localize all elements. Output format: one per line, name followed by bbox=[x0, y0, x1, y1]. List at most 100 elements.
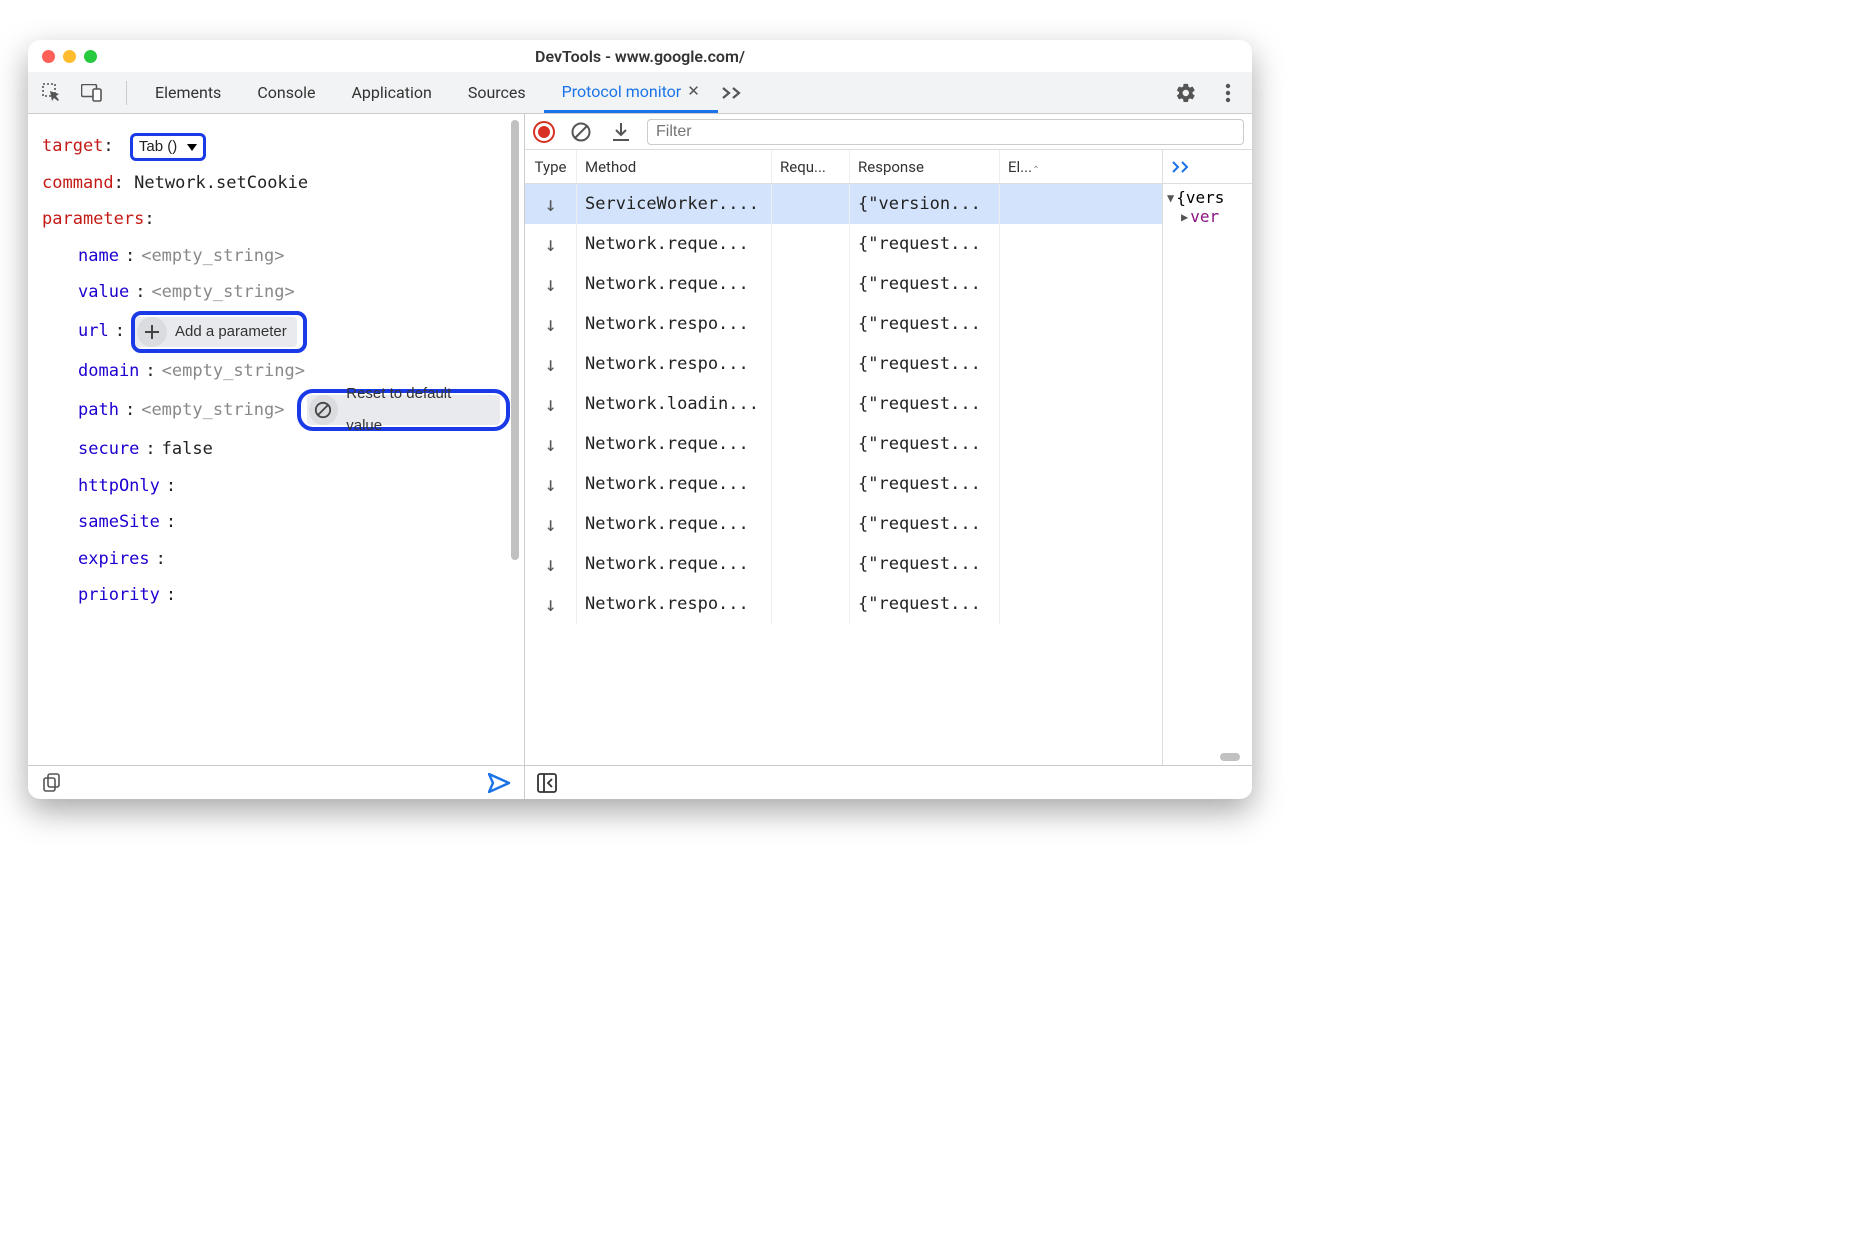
col-type[interactable]: Type bbox=[525, 150, 577, 183]
table-row[interactable]: ↓Network.reque...{"request... bbox=[525, 264, 1162, 304]
row-request bbox=[772, 544, 850, 584]
param-url: url bbox=[78, 313, 109, 350]
col-method[interactable]: Method bbox=[577, 150, 772, 183]
row-response: {"request... bbox=[850, 264, 1000, 304]
reset-default-button[interactable]: Reset to default value bbox=[307, 395, 501, 425]
tab-elements[interactable]: Elements bbox=[137, 72, 239, 113]
chevron-right-icon: ▶ bbox=[1181, 210, 1188, 224]
inspect-element-icon[interactable] bbox=[38, 79, 66, 107]
tabs-container: Elements Console Application Sources Pro… bbox=[137, 72, 1170, 113]
more-tabs-icon[interactable] bbox=[718, 79, 746, 107]
traffic-lights bbox=[42, 50, 97, 63]
log-table: Type Method Requ... Response El... ↓Serv… bbox=[525, 150, 1162, 765]
row-request bbox=[772, 304, 850, 344]
target-key: target bbox=[42, 136, 103, 156]
chevron-down-icon: ▼ bbox=[1167, 191, 1174, 205]
col-response[interactable]: Response bbox=[850, 150, 1000, 183]
add-parameter-highlight: Add a parameter bbox=[131, 311, 307, 353]
table-row[interactable]: ↓Network.reque...{"request... bbox=[525, 464, 1162, 504]
param-domain-value[interactable]: <empty_string> bbox=[162, 353, 305, 390]
row-request bbox=[772, 464, 850, 504]
tab-label: Protocol monitor bbox=[562, 82, 682, 101]
add-parameter-button[interactable]: Add a parameter bbox=[135, 317, 297, 347]
close-icon[interactable]: ✕ bbox=[687, 82, 700, 100]
window-title: DevTools - www.google.com/ bbox=[535, 47, 745, 66]
row-elapsed bbox=[1000, 184, 1046, 224]
toggle-sidepanel-icon[interactable] bbox=[533, 769, 561, 797]
tree-row-root[interactable]: ▼ {vers bbox=[1167, 188, 1248, 207]
traffic-minimize[interactable] bbox=[63, 50, 76, 63]
row-response: {"request... bbox=[850, 384, 1000, 424]
row-elapsed bbox=[1000, 504, 1046, 544]
table-row[interactable]: ↓Network.respo...{"request... bbox=[525, 584, 1162, 624]
traffic-zoom[interactable] bbox=[84, 50, 97, 63]
tree-row-child[interactable]: ▶ ver bbox=[1167, 207, 1248, 226]
target-select[interactable]: Tab () bbox=[130, 133, 206, 161]
param-path-value[interactable]: <empty_string> bbox=[141, 392, 284, 429]
row-response: {"request... bbox=[850, 224, 1000, 264]
filter-input[interactable] bbox=[647, 119, 1244, 145]
col-elapsed[interactable]: El... bbox=[1000, 150, 1046, 183]
gear-icon[interactable] bbox=[1172, 79, 1200, 107]
row-response: {"request... bbox=[850, 584, 1000, 624]
divider bbox=[126, 81, 127, 105]
table-row[interactable]: ↓Network.reque...{"request... bbox=[525, 504, 1162, 544]
more-panels-icon[interactable] bbox=[1167, 153, 1195, 181]
table-row[interactable]: ↓Network.reque...{"request... bbox=[525, 424, 1162, 464]
side-tree: ▼ {vers ▶ ver bbox=[1162, 150, 1252, 765]
plus-icon bbox=[137, 317, 167, 347]
arrow-down-icon: ↓ bbox=[544, 592, 556, 616]
table-row[interactable]: ↓Network.respo...{"request... bbox=[525, 304, 1162, 344]
row-elapsed bbox=[1000, 264, 1046, 304]
param-name: name bbox=[78, 238, 119, 275]
row-elapsed bbox=[1000, 424, 1046, 464]
devtools-window: DevTools - www.google.com/ Elements Cons… bbox=[28, 40, 1252, 799]
tab-application[interactable]: Application bbox=[333, 72, 449, 113]
param-httponly: httpOnly bbox=[78, 468, 160, 505]
tab-protocol-monitor[interactable]: Protocol monitor ✕ bbox=[544, 72, 718, 113]
copy-icon[interactable] bbox=[38, 769, 66, 797]
col-request[interactable]: Requ... bbox=[772, 150, 850, 183]
download-icon[interactable] bbox=[607, 118, 635, 146]
table-row[interactable]: ↓Network.reque...{"request... bbox=[525, 544, 1162, 584]
row-request bbox=[772, 504, 850, 544]
reset-default-label: Reset to default value bbox=[346, 378, 490, 443]
row-elapsed bbox=[1000, 584, 1046, 624]
table-row[interactable]: ↓Network.reque...{"request... bbox=[525, 224, 1162, 264]
kebab-menu-icon[interactable] bbox=[1214, 79, 1242, 107]
clear-log-icon[interactable] bbox=[567, 118, 595, 146]
row-method: Network.reque... bbox=[577, 464, 772, 504]
command-value: Network.setCookie bbox=[134, 173, 308, 193]
add-parameter-label: Add a parameter bbox=[175, 316, 287, 348]
log-table-body[interactable]: ↓ServiceWorker....{"version...↓Network.r… bbox=[525, 184, 1162, 765]
arrow-down-icon: ↓ bbox=[544, 512, 556, 536]
row-method: Network.respo... bbox=[577, 304, 772, 344]
row-response: {"request... bbox=[850, 344, 1000, 384]
horizontal-scrollbar[interactable] bbox=[1163, 749, 1252, 765]
editor-scrollbar[interactable] bbox=[506, 114, 524, 765]
right-bottom-toolbar bbox=[525, 765, 1252, 799]
row-type: ↓ bbox=[525, 224, 577, 264]
arrow-down-icon: ↓ bbox=[544, 232, 556, 256]
param-value: value bbox=[78, 274, 129, 311]
arrow-down-icon: ↓ bbox=[544, 472, 556, 496]
scrollbar-thumb[interactable] bbox=[511, 120, 519, 560]
device-toggle-icon[interactable] bbox=[78, 79, 106, 107]
table-row[interactable]: ↓Network.respo...{"request... bbox=[525, 344, 1162, 384]
row-method: Network.loadin... bbox=[577, 384, 772, 424]
send-icon[interactable] bbox=[486, 769, 514, 797]
tab-sources[interactable]: Sources bbox=[450, 72, 544, 113]
target-select-value: Tab () bbox=[139, 131, 177, 163]
row-elapsed bbox=[1000, 304, 1046, 344]
param-value-value[interactable]: <empty_string> bbox=[151, 274, 294, 311]
param-samesite: sameSite bbox=[78, 504, 160, 541]
side-tree-body[interactable]: ▼ {vers ▶ ver bbox=[1163, 184, 1252, 749]
tab-console[interactable]: Console bbox=[239, 72, 333, 113]
param-name-value[interactable]: <empty_string> bbox=[141, 238, 284, 275]
command-editor[interactable]: target: Tab () command: Network.setCooki… bbox=[28, 114, 524, 765]
param-secure-value[interactable]: false bbox=[162, 431, 213, 468]
table-row[interactable]: ↓Network.loadin...{"request... bbox=[525, 384, 1162, 424]
record-button[interactable] bbox=[533, 121, 555, 143]
traffic-close[interactable] bbox=[42, 50, 55, 63]
table-row[interactable]: ↓ServiceWorker....{"version... bbox=[525, 184, 1162, 224]
